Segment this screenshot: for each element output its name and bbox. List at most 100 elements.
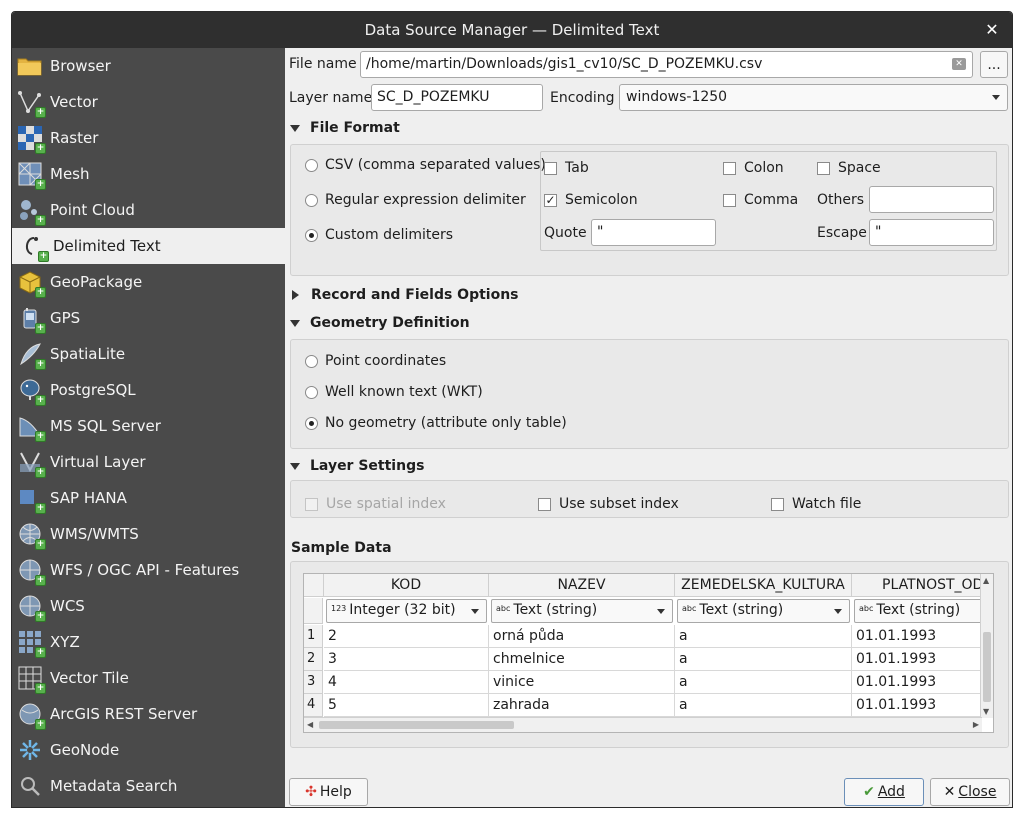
file-format-header[interactable]: File Format — [290, 120, 400, 136]
folder-icon — [17, 53, 43, 79]
checkmark-icon: ✔ — [863, 784, 875, 800]
sidebar-item-browser[interactable]: Browser — [12, 48, 285, 84]
sidebar-item-xyz[interactable]: + XYZ — [12, 624, 285, 660]
mssql-icon: + — [17, 413, 46, 442]
radio-wkt[interactable]: Well known text (WKT) — [305, 384, 483, 400]
sidebar-item-spatialite[interactable]: + SpatiaLite — [12, 336, 285, 372]
wcs-icon: + — [17, 593, 46, 622]
sidebar-item-wms-wmts[interactable]: + WMS/WMTS — [12, 516, 285, 552]
sidebar-item-metadata-search[interactable]: Metadata Search — [12, 768, 285, 804]
spatialite-icon: + — [17, 341, 46, 370]
radio-no-geometry[interactable]: No geometry (attribute only table) — [305, 415, 567, 431]
geometry-header[interactable]: Geometry Definition — [290, 315, 470, 331]
check-colon[interactable]: Colon — [723, 160, 784, 176]
layer-settings-header[interactable]: Layer Settings — [290, 458, 424, 474]
sidebar-item-virtual-layer[interactable]: + Virtual Layer — [12, 444, 285, 480]
delimiter-box: Tab Colon Space ✓ Semicolon Comma Others … — [540, 151, 997, 251]
sidebar-item-wcs[interactable]: + WCS — [12, 588, 285, 624]
check-space[interactable]: Space — [817, 160, 881, 176]
file-name-label: File name — [289, 56, 357, 72]
delimited-text-icon: + — [20, 233, 49, 262]
sidebar-item-vector-tile[interactable]: + Vector Tile — [12, 660, 285, 696]
type-select[interactable]: 123 Integer (32 bit) — [324, 598, 489, 624]
horizontal-scrollbar[interactable]: ◀ ▶ — [304, 717, 982, 732]
sidebar-item-geonode[interactable]: GeoNode — [12, 732, 285, 768]
others-label: Others — [817, 192, 865, 208]
help-button[interactable]: ✣ Help — [289, 778, 368, 806]
xyz-icon: + — [17, 629, 46, 658]
layer-name-input[interactable]: SC_D_POZEMKU — [371, 84, 543, 111]
raster-icon: + — [17, 125, 46, 154]
column-header[interactable]: KOD — [324, 574, 489, 597]
wfs-icon: + — [17, 557, 46, 586]
provider-sidebar: Browser + Vector + Raster + Mesh + Point… — [12, 48, 285, 807]
scroll-thumb[interactable] — [319, 721, 514, 729]
quote-label: Quote — [544, 225, 587, 241]
chevron-down-icon — [834, 609, 842, 614]
record-fields-header[interactable]: Record and Fields Options — [290, 287, 519, 303]
sidebar-item-geopackage[interactable]: + GeoPackage — [12, 264, 285, 300]
quote-input[interactable]: " — [591, 219, 716, 246]
radio-point-coordinates[interactable]: Point coordinates — [305, 353, 446, 369]
vertical-scrollbar[interactable]: ▲ ▼ — [980, 574, 993, 718]
scroll-up-icon[interactable]: ▲ — [983, 576, 989, 585]
sample-data-table[interactable]: KOD NAZEV ZEMEDELSKA_KULTURA PLATNOST_OD… — [303, 573, 994, 733]
sidebar-item-mssql[interactable]: + MS SQL Server — [12, 408, 285, 444]
check-semicolon[interactable]: ✓ Semicolon — [544, 192, 638, 208]
encoding-label: Encoding — [550, 90, 615, 106]
file-format-group: CSV (comma separated values) Regular exp… — [290, 144, 1009, 276]
vector-icon: + — [17, 89, 46, 118]
check-subset-index[interactable]: Use subset index — [538, 496, 679, 512]
sidebar-item-mesh[interactable]: + Mesh — [12, 156, 285, 192]
window-close-icon[interactable]: ✕ — [982, 20, 1002, 40]
scroll-down-icon[interactable]: ▼ — [983, 707, 989, 716]
check-comma[interactable]: Comma — [723, 192, 798, 208]
encoding-select[interactable]: windows-1250 — [619, 84, 1008, 111]
others-input[interactable] — [869, 186, 994, 213]
sidebar-item-postgresql[interactable]: + PostgreSQL — [12, 372, 285, 408]
collapse-icon — [290, 462, 300, 470]
postgresql-icon: + — [17, 377, 46, 406]
chevron-down-icon — [657, 609, 665, 614]
virtual-layer-icon: + — [17, 449, 46, 478]
column-header[interactable]: NAZEV — [489, 574, 675, 597]
search-icon — [17, 773, 43, 799]
sidebar-item-vector[interactable]: + Vector — [12, 84, 285, 120]
radio-regex[interactable]: Regular expression delimiter — [305, 192, 526, 208]
type-select[interactable]: abc Text (string) — [675, 598, 852, 624]
sidebar-item-arcgis[interactable]: + ArcGIS REST Server — [12, 696, 285, 732]
collapse-icon — [290, 124, 300, 132]
column-header[interactable]: ZEMEDELSKA_KULTURA — [675, 574, 852, 597]
wms-icon: + — [17, 521, 46, 550]
scroll-right-icon[interactable]: ▶ — [973, 720, 979, 729]
sidebar-item-sap-hana[interactable]: + SAP HANA — [12, 480, 285, 516]
add-button[interactable]: ✔ Add — [844, 778, 924, 806]
sidebar-item-wfs[interactable]: + WFS / OGC API - Features — [12, 552, 285, 588]
browse-button[interactable]: ... — [980, 51, 1008, 78]
check-spatial-index[interactable]: Use spatial index — [305, 496, 446, 512]
file-name-input[interactable]: /home/martin/Downloads/gis1_cv10/SC_D_PO… — [360, 51, 973, 78]
type-select[interactable]: abc Text (string) — [852, 598, 982, 624]
sidebar-item-point-cloud[interactable]: + Point Cloud — [12, 192, 285, 228]
radio-custom[interactable]: Custom delimiters — [305, 227, 453, 243]
sidebar-item-gps[interactable]: + GPS — [12, 300, 285, 336]
scroll-thumb[interactable] — [983, 632, 991, 702]
check-watch-file[interactable]: Watch file — [771, 496, 861, 512]
sidebar-item-delimited-text[interactable]: + Delimited Text — [12, 228, 285, 264]
type-select[interactable]: abc Text (string) — [489, 598, 675, 624]
checkmark-icon: ✓ — [544, 192, 557, 207]
dialog-window: Data Source Manager — Delimited Text ✕ B… — [11, 11, 1013, 808]
collapse-icon — [290, 319, 300, 327]
geometry-group: Point coordinates Well known text (WKT) … — [290, 339, 1009, 449]
check-tab[interactable]: Tab — [544, 160, 589, 176]
layer-name-label: Layer name — [289, 90, 373, 106]
column-header[interactable]: PLATNOST_OD — [852, 574, 982, 597]
close-button[interactable]: ✕ Close — [930, 778, 1010, 806]
radio-csv[interactable]: CSV (comma separated values) — [305, 157, 546, 173]
sidebar-item-raster[interactable]: + Raster — [12, 120, 285, 156]
title-bar: Data Source Manager — Delimited Text ✕ — [12, 12, 1012, 48]
clear-icon[interactable]: ✕ — [952, 58, 966, 70]
scroll-left-icon[interactable]: ◀ — [307, 720, 313, 729]
escape-input[interactable]: " — [869, 219, 994, 246]
close-icon: ✕ — [943, 784, 956, 800]
